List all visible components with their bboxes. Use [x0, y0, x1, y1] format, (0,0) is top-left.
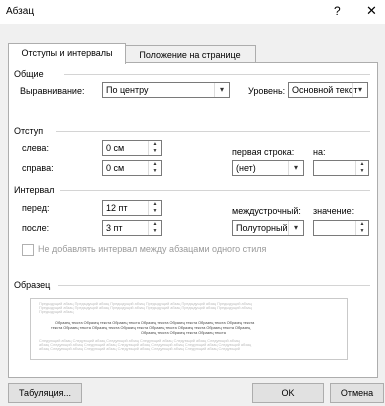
preview-previous-line: Предыдущий абзац	[39, 310, 74, 314]
preview-sample-line: Образец текста Образец текста Образец те…	[141, 331, 226, 335]
indent-right-spinner[interactable]: 0 см ▲ ▼	[102, 160, 162, 176]
alignment-label: Выравнивание:	[20, 86, 85, 96]
sample-divider	[58, 285, 370, 286]
spin-buttons[interactable]: ▲ ▼	[148, 221, 161, 235]
before-spinner[interactable]: 12 пт ▲ ▼	[102, 200, 162, 216]
spin-down-icon: ▼	[152, 228, 158, 234]
line-spacing-label: междустрочный:	[232, 206, 301, 216]
no-space-label: Не добавлять интервал между абзацами одн…	[38, 244, 267, 254]
indent-right-label: справа:	[22, 163, 54, 173]
indent-left-label: слева:	[22, 143, 49, 153]
spin-up-icon: ▲	[152, 161, 158, 167]
indent-divider	[56, 131, 370, 132]
sample-heading: Образец	[14, 280, 51, 290]
alignment-value: По центру	[106, 85, 149, 95]
spacing-value-spinner[interactable]: ▲ ▼	[313, 220, 369, 236]
close-button[interactable]: ✕	[366, 3, 377, 19]
indent-left-spinner[interactable]: 0 см ▲ ▼	[102, 140, 162, 156]
indent-right-value: 0 см	[106, 163, 125, 173]
indent-heading: Отступ	[14, 126, 44, 136]
chevron-down-icon: ▾	[352, 83, 367, 97]
spin-buttons[interactable]: ▲ ▼	[355, 161, 368, 175]
alignment-dropdown[interactable]: По центру ▾	[102, 82, 230, 98]
chevron-down-icon: ▾	[288, 221, 303, 235]
preview-next-line: абзац Следующий абзац Следующий абзац Сл…	[39, 347, 240, 351]
spin-up-icon: ▲	[152, 141, 158, 147]
after-label: после:	[22, 223, 50, 233]
first-line-dropdown[interactable]: (нет) ▾	[232, 160, 304, 176]
spacing-divider	[60, 190, 370, 191]
before-value: 12 пт	[106, 203, 128, 213]
preview-sample-line: Образец текста Образец текста Образец те…	[55, 321, 255, 325]
no-space-checkbox[interactable]	[22, 244, 34, 256]
spacing-heading: Интервал	[14, 185, 55, 195]
level-dropdown[interactable]: Основной текст ▾	[288, 82, 368, 98]
spin-buttons[interactable]: ▲ ▼	[148, 161, 161, 175]
title-bar	[0, 0, 385, 24]
spin-up-icon: ▲	[359, 221, 365, 227]
indent-left-value: 0 см	[106, 143, 125, 153]
spin-buttons[interactable]: ▲ ▼	[148, 201, 161, 215]
spin-up-icon: ▲	[152, 221, 158, 227]
spin-up-icon: ▲	[152, 201, 158, 207]
sample-preview: Предыдущий абзац Предыдущий абзац Предыд…	[30, 298, 348, 360]
spin-down-icon: ▼	[359, 228, 365, 234]
tabs-button[interactable]: Табуляция...	[8, 383, 82, 403]
first-line-label: первая строка:	[232, 147, 295, 157]
line-spacing-dropdown[interactable]: Полуторный ▾	[232, 220, 304, 236]
indent-by-spinner[interactable]: ▲ ▼	[313, 160, 369, 176]
spin-buttons[interactable]: ▲ ▼	[148, 141, 161, 155]
help-button[interactable]: ?	[334, 4, 341, 18]
spin-down-icon: ▼	[152, 168, 158, 174]
first-line-value: (нет)	[236, 163, 256, 173]
preview-sample-line: текста Образец текста Образец текста Обр…	[51, 326, 251, 330]
spin-down-icon: ▼	[359, 168, 365, 174]
general-divider	[64, 74, 370, 75]
before-label: перед:	[22, 203, 50, 213]
after-spinner[interactable]: 3 пт ▲ ▼	[102, 220, 162, 236]
spin-down-icon: ▼	[152, 208, 158, 214]
chevron-down-icon: ▾	[214, 83, 229, 97]
chevron-down-icon: ▾	[288, 161, 303, 175]
level-value: Основной текст	[292, 85, 358, 95]
spin-down-icon: ▼	[152, 148, 158, 154]
ok-button[interactable]: OK	[252, 383, 324, 403]
general-heading: Общие	[14, 69, 44, 79]
indent-by-label: на:	[313, 147, 326, 157]
window-title: Абзац	[6, 6, 35, 17]
level-label: Уровень:	[248, 86, 286, 96]
after-value: 3 пт	[106, 223, 123, 233]
tab-indents-spacing[interactable]: Отступы и интервалы	[8, 43, 126, 64]
line-spacing-value: Полуторный	[236, 223, 288, 233]
spin-up-icon: ▲	[359, 161, 365, 167]
spin-buttons[interactable]: ▲ ▼	[355, 221, 368, 235]
spacing-value-label: значение:	[313, 206, 355, 216]
cancel-button[interactable]: Отмена	[330, 383, 384, 403]
